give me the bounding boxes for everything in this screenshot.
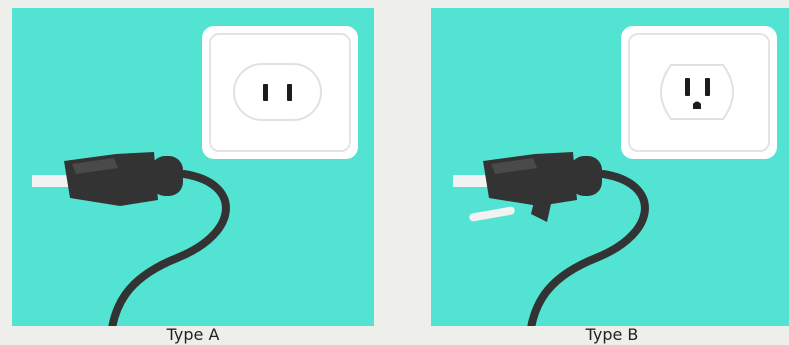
outlet-slot <box>287 84 292 101</box>
type-a-panel <box>12 8 374 326</box>
two-slot-outlet-icon <box>202 26 358 159</box>
type-a-illustration <box>12 8 374 326</box>
type-b-panel <box>431 8 789 326</box>
plug-types-comparison: Type A Type B <box>0 0 789 345</box>
outlet-slot <box>705 78 710 96</box>
outlet-slot <box>685 78 690 96</box>
three-slot-grounded-outlet-icon <box>621 26 777 159</box>
type-a-caption: Type A <box>166 325 220 344</box>
type-b-illustration <box>431 8 789 326</box>
outlet-slot <box>263 84 268 101</box>
type-b-caption: Type B <box>585 325 639 344</box>
